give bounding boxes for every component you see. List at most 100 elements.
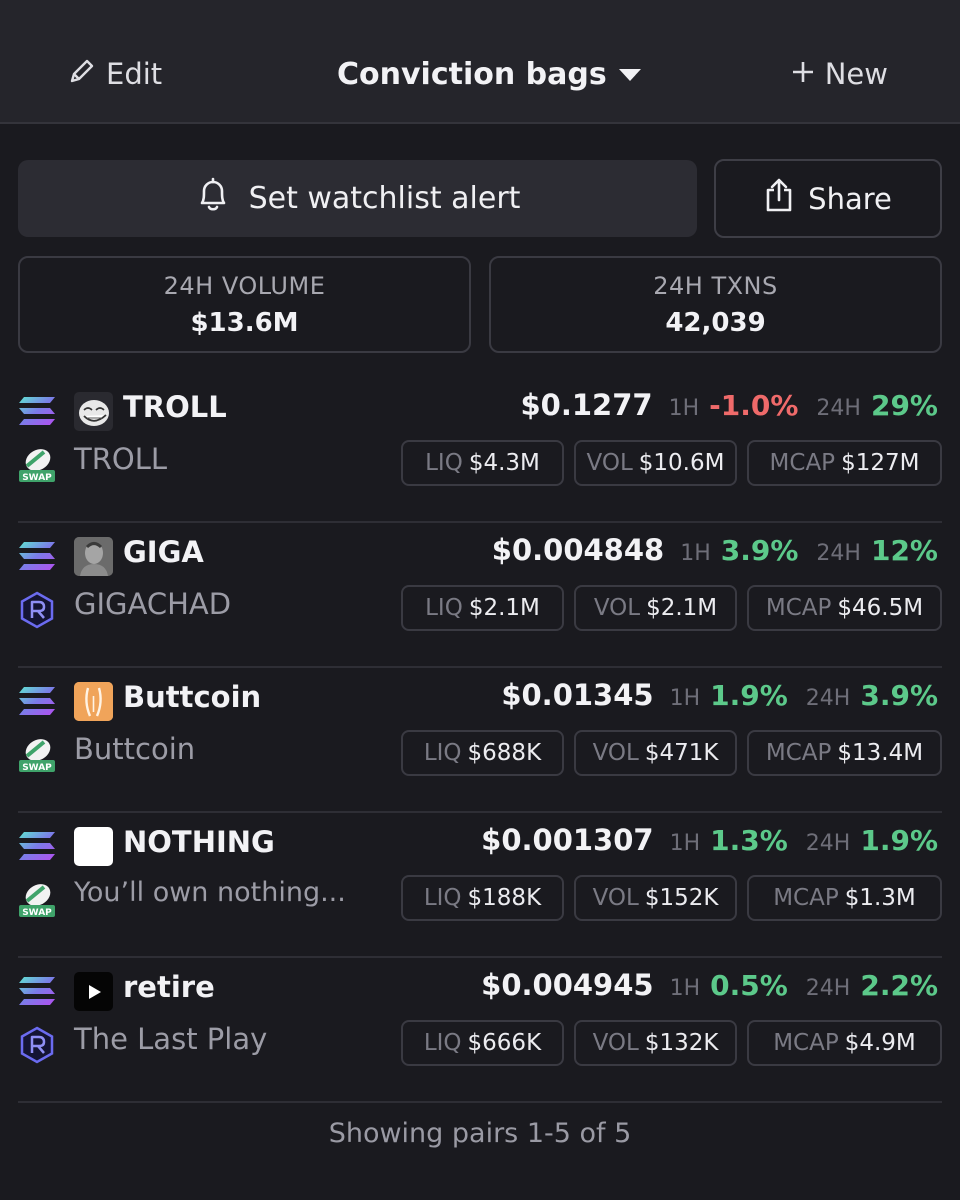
pair-name: GIGACHAD — [74, 587, 232, 621]
vol-label: VOL — [592, 1030, 639, 1056]
txns-stat-card: 24H TXNS 42,039 — [489, 256, 942, 353]
metrics-pills: LIQ $666K VOL $132K MCAP $4.9M — [401, 1020, 942, 1066]
change-1h-label: 1H — [680, 541, 711, 566]
pair-row-nothing[interactable]: NOTHING SWAP You’ll own nothing... $0.00… — [18, 813, 942, 958]
change-24h-label: 24H — [805, 976, 851, 1001]
liq-value: $2.1M — [468, 595, 540, 621]
pair-name: Buttcoin — [74, 732, 196, 766]
mcap-value: $127M — [841, 450, 920, 476]
mcap-value: $13.4M — [837, 740, 924, 766]
liquidity-pill: LIQ $4.3M — [401, 440, 564, 486]
vol-label: VOL — [593, 595, 641, 621]
mcap-value: $46.5M — [837, 595, 924, 621]
swap-icon: SWAP — [18, 736, 56, 774]
pair-symbol: retire — [123, 970, 215, 1004]
pair-price: $0.001307 — [481, 823, 654, 857]
change-1h-value: 1.9% — [710, 679, 788, 712]
pair-price: $0.004945 — [481, 968, 654, 1002]
share-label: Share — [808, 181, 892, 216]
watchlist-title: Conviction bags — [337, 56, 607, 92]
troll-face-icon — [74, 392, 113, 431]
pair-symbol: NOTHING — [123, 825, 275, 859]
liquidity-pill: LIQ $188K — [401, 875, 564, 921]
solana-icon — [18, 396, 56, 426]
price-change-group: $0.001307 1H 1.3% 24H 1.9% — [481, 823, 938, 863]
watchlist-selector[interactable]: Conviction bags — [337, 54, 641, 94]
change-24h-value: 1.9% — [860, 824, 938, 857]
volume-pill: VOL $132K — [574, 1020, 737, 1066]
pair-symbol: Buttcoin — [123, 680, 262, 714]
plus-icon — [791, 57, 815, 91]
pair-name: The Last Play — [74, 1022, 268, 1056]
mcap-value: $1.3M — [844, 885, 916, 911]
txns-value: 42,039 — [665, 307, 766, 338]
solana-icon — [18, 976, 56, 1006]
change-1h-label: 1H — [669, 976, 701, 1001]
pair-name: You’ll own nothing... — [74, 877, 346, 908]
liq-value: $688K — [467, 740, 542, 766]
price-change-group: $0.004945 1H 0.5% 24H 2.2% — [481, 968, 938, 1008]
change-1h-label: 1H — [669, 686, 701, 711]
change-1h-value: 0.5% — [710, 969, 788, 1002]
edit-button[interactable]: Edit — [68, 54, 162, 94]
gigachad-photo-icon — [74, 537, 113, 576]
play-icon — [74, 972, 113, 1011]
new-watchlist-button[interactable]: New — [791, 54, 888, 94]
vol-label: VOL — [592, 740, 639, 766]
liq-value: $4.3M — [468, 450, 540, 476]
liquidity-pill: LIQ $666K — [401, 1020, 564, 1066]
mcap-label: MCAP — [765, 595, 832, 621]
volume-pill: VOL $10.6M — [574, 440, 737, 486]
swap-icon: SWAP — [18, 881, 56, 919]
mcap-pill: MCAP $4.9M — [747, 1020, 942, 1066]
mcap-label: MCAP — [773, 885, 839, 911]
solana-icon — [18, 541, 56, 571]
pair-price: $0.004848 — [491, 533, 665, 567]
raydium-icon — [18, 1026, 56, 1064]
pair-symbol: GIGA — [123, 535, 204, 569]
edit-label: Edit — [106, 57, 163, 91]
raydium-icon — [18, 591, 56, 629]
change-24h-value: 2.2% — [860, 969, 938, 1002]
liq-label: LIQ — [423, 1030, 462, 1056]
volume-stat-card: 24H VOLUME $13.6M — [18, 256, 471, 353]
metrics-pills: LIQ $4.3M VOL $10.6M MCAP $127M — [401, 440, 942, 486]
liquidity-pill: LIQ $688K — [401, 730, 564, 776]
change-1h-label: 1H — [668, 396, 700, 421]
liq-value: $188K — [467, 885, 542, 911]
volume-pill: VOL $2.1M — [574, 585, 737, 631]
mcap-label: MCAP — [769, 450, 836, 476]
mcap-pill: MCAP $127M — [747, 440, 942, 486]
solana-icon — [18, 831, 56, 861]
change-24h-label: 24H — [805, 686, 851, 711]
volume-label: 24H VOLUME — [163, 271, 326, 300]
share-button[interactable]: Share — [714, 159, 942, 238]
set-watchlist-alert-button[interactable]: Set watchlist alert — [18, 160, 697, 237]
change-1h-label: 1H — [669, 831, 701, 856]
vol-value: $152K — [644, 885, 719, 911]
swap-icon: SWAP — [18, 446, 56, 484]
change-1h-value: -1.0% — [709, 389, 799, 422]
pair-symbol: TROLL — [123, 390, 227, 424]
blank-white-icon — [74, 827, 113, 866]
liq-label: LIQ — [423, 740, 462, 766]
volume-pill: VOL $471K — [574, 730, 737, 776]
liq-label: LIQ — [425, 595, 463, 621]
metrics-pills: LIQ $2.1M VOL $2.1M MCAP $46.5M — [401, 585, 942, 631]
metrics-pills: LIQ $188K VOL $152K MCAP $1.3M — [401, 875, 942, 921]
pair-row-troll[interactable]: TROLL SWAP TROLL $0.1277 1H -1.0% 24H 29… — [18, 378, 942, 523]
pair-row-buttcoin[interactable]: Buttcoin SWAP Buttcoin $0.01345 1H 1.9% … — [18, 668, 942, 813]
svg-text:SWAP: SWAP — [22, 763, 52, 773]
svg-text:SWAP: SWAP — [22, 908, 52, 918]
txns-label: 24H TXNS — [653, 271, 778, 300]
svg-text:SWAP: SWAP — [22, 473, 52, 483]
pair-row-giga[interactable]: GIGA GIGACHAD $0.004848 1H 3.9% 24H 12% … — [18, 523, 942, 668]
change-24h-value: 12% — [870, 534, 938, 567]
liq-label: LIQ — [423, 885, 462, 911]
pair-row-retire[interactable]: retire The Last Play $0.004945 1H 0.5% 2… — [18, 958, 942, 1103]
change-24h-value: 3.9% — [860, 679, 938, 712]
vol-value: $2.1M — [646, 595, 718, 621]
liq-value: $666K — [467, 1030, 542, 1056]
vol-value: $471K — [644, 740, 719, 766]
vol-label: VOL — [586, 450, 633, 476]
